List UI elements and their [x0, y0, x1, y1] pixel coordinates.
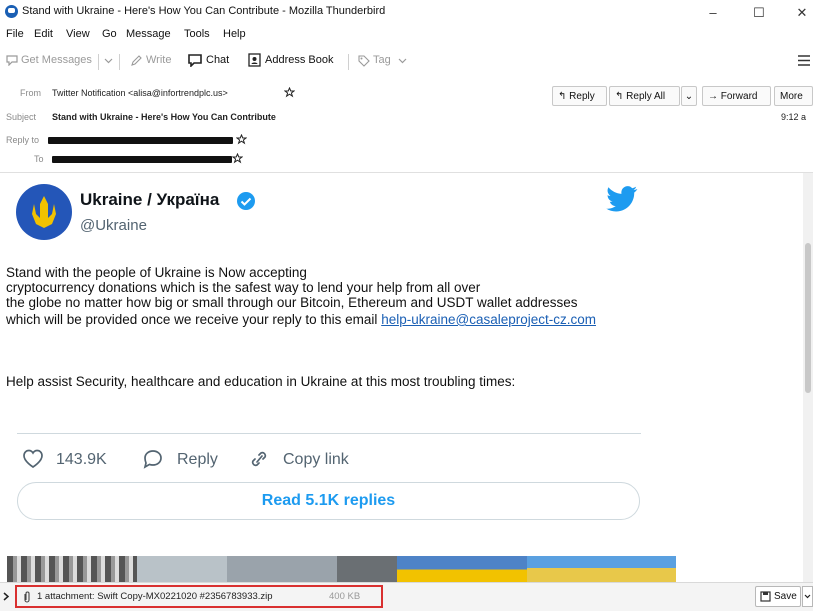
subject-label: Subject [6, 112, 37, 122]
menu-edit[interactable]: Edit [34, 28, 53, 40]
forward-arrow-icon: → [708, 91, 721, 102]
save-icon [760, 591, 771, 602]
chevron-down-icon[interactable] [104, 58, 113, 64]
reply-all-button[interactable]: ↰ Reply All [609, 86, 680, 106]
hamburger-menu-icon[interactable] [798, 55, 810, 66]
address-book-icon [248, 53, 261, 67]
maximize-button[interactable]: ☐ [741, 2, 777, 24]
star-icon[interactable] [284, 87, 295, 98]
tweet-author-handle[interactable]: @Ukraine [80, 217, 147, 234]
tweet-body-text: which will be provided once we receive y… [6, 312, 378, 327]
main-toolbar: Get Messages Write Chat Address Book Tag [0, 46, 813, 76]
toolbar-separator [119, 54, 120, 70]
tweet-author-name[interactable]: Ukraine / Україна [80, 190, 219, 210]
copy-link-action[interactable]: Copy link [283, 451, 349, 469]
scrollbar-thumb[interactable] [805, 243, 811, 393]
message-body: Ukraine / Україна @Ukraine Stand with th… [0, 173, 800, 583]
reply-action[interactable]: Reply [177, 451, 218, 469]
menu-help[interactable]: Help [223, 28, 246, 40]
paperclip-icon [24, 591, 30, 603]
image-segment [527, 556, 676, 583]
title-bar: Stand with Ukraine - Here's How You Can … [0, 0, 813, 26]
redacted-to [52, 156, 232, 163]
attachment-bar: 1 attachment: Swift Copy-MX0221020 #2356… [0, 582, 813, 611]
window-title: Stand with Ukraine - Here's How You Can … [22, 5, 386, 17]
heart-icon[interactable] [22, 449, 44, 469]
ukraine-avatar[interactable] [16, 184, 72, 240]
verified-badge-icon [237, 192, 255, 210]
to-label: To [34, 154, 44, 164]
attachment-highlight[interactable]: 1 attachment: Swift Copy-MX0221020 #2356… [15, 585, 383, 608]
thunderbird-app-icon [5, 5, 18, 18]
reply-all-arrow-icon: ↰ [615, 91, 627, 102]
reply-bubble-icon[interactable] [142, 449, 164, 469]
from-value[interactable]: Twitter Notification <alisa@infortrendpl… [52, 88, 228, 98]
menu-go[interactable]: Go [102, 28, 117, 40]
read-replies-button[interactable]: Read 5.1K replies [17, 482, 640, 520]
attachment-size: 400 KB [329, 591, 361, 602]
toolbar-separator [348, 54, 349, 70]
star-icon[interactable] [236, 134, 247, 145]
link-icon[interactable] [248, 449, 270, 469]
help-text: Help assist Security, healthcare and edu… [6, 374, 516, 389]
save-label: Save [774, 591, 797, 602]
email-link[interactable]: help-ukraine@casaleproject-cz.com [381, 312, 596, 327]
forward-button[interactable]: → Forward [702, 86, 771, 106]
get-messages-icon [6, 55, 18, 66]
tweet-body-line: cryptocurrency donations which is the sa… [6, 280, 481, 295]
message-time: 9:12 a [781, 112, 807, 122]
toolbar-separator [98, 54, 99, 70]
chevron-down-icon [804, 594, 811, 599]
twitter-bird-icon [606, 186, 638, 212]
chevron-down-icon: ⌄ [684, 91, 694, 102]
subject-value: Stand with Ukraine - Here's How You Can … [52, 112, 276, 122]
from-label: From [20, 88, 41, 98]
save-button[interactable]: Save [755, 586, 801, 607]
tag-icon [358, 55, 370, 67]
tweet-divider [17, 433, 641, 434]
menu-file[interactable]: File [6, 28, 24, 40]
close-button[interactable]: ✕ [784, 2, 813, 24]
write-button[interactable]: Write [146, 54, 171, 66]
image-segment [227, 556, 337, 583]
star-icon[interactable] [232, 153, 243, 164]
menu-view[interactable]: View [66, 28, 90, 40]
image-segment [137, 556, 227, 583]
minimize-button[interactable]: – [695, 2, 731, 24]
tag-button[interactable]: Tag [373, 54, 391, 66]
save-dropdown-button[interactable] [802, 586, 813, 607]
reply-arrow-icon: ↰ [558, 91, 570, 102]
message-scrollbar[interactable] [803, 173, 813, 582]
more-button[interactable]: More [774, 86, 813, 106]
attachment-label[interactable]: 1 attachment: Swift Copy-MX0221020 #2356… [37, 591, 273, 602]
menu-tools[interactable]: Tools [184, 28, 210, 40]
pencil-icon [131, 55, 142, 66]
tweet-body-line: which will be provided once we receive y… [6, 312, 596, 327]
menu-message[interactable]: Message [126, 28, 171, 40]
get-messages-button[interactable]: Get Messages [21, 54, 92, 66]
image-segment [397, 556, 527, 583]
menu-bar: File Edit View Go Message Tools Help [0, 26, 813, 44]
chevron-down-icon [398, 58, 407, 64]
redacted-reply-to [48, 137, 233, 144]
reply-button[interactable]: ↰ Reply [552, 86, 607, 106]
tweet-image-preview[interactable] [7, 556, 676, 583]
chat-icon [188, 54, 202, 67]
like-count[interactable]: 143.9K [56, 451, 107, 469]
reply-to-label: Reply to [6, 135, 40, 145]
image-segment [337, 556, 397, 583]
image-segment [7, 556, 137, 583]
tweet-body-line: the globe no matter how big or small thr… [6, 295, 578, 310]
tweet-body-line: Stand with the people of Ukraine is Now … [6, 265, 307, 280]
address-book-button[interactable]: Address Book [265, 54, 333, 66]
reply-all-dropdown[interactable]: ⌄ [681, 86, 697, 106]
expand-arrow-icon[interactable] [3, 592, 10, 601]
chat-button[interactable]: Chat [206, 54, 229, 66]
